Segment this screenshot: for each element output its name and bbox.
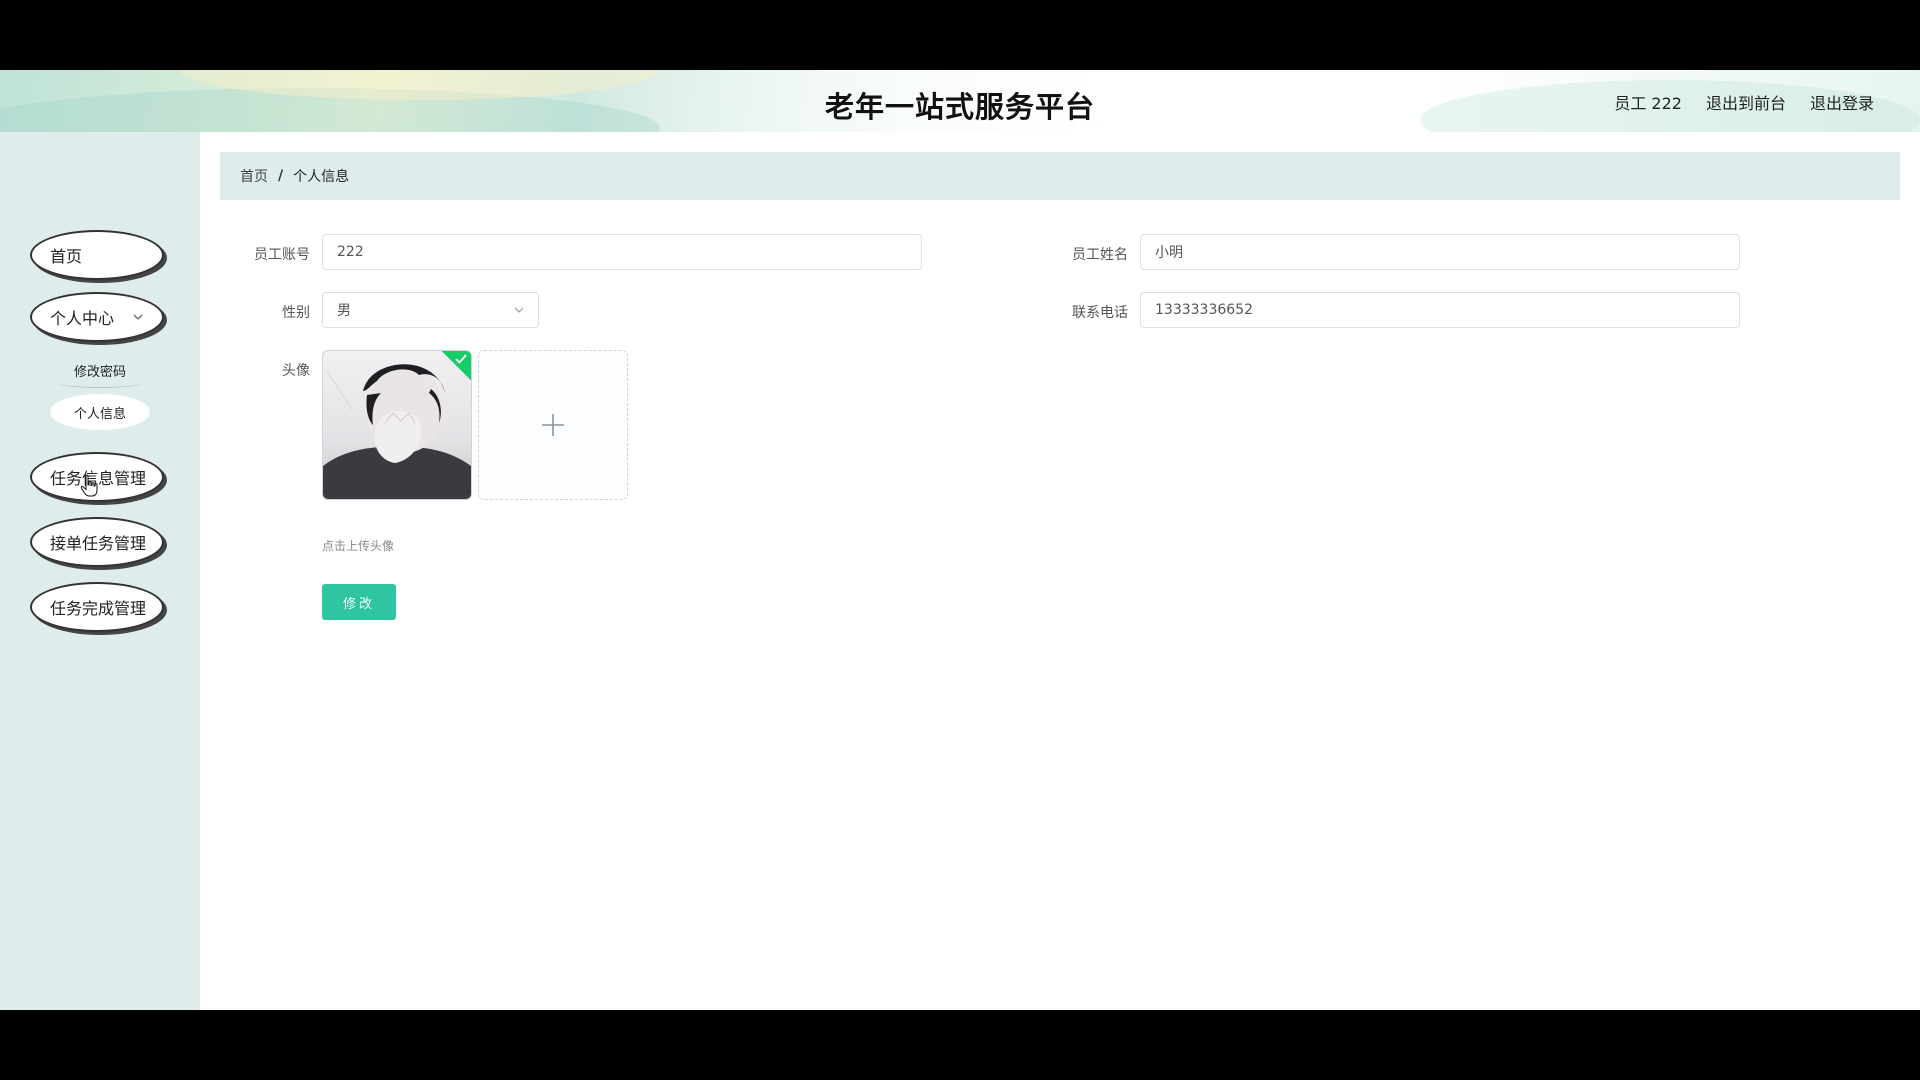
name-label: 员工姓名: [1072, 247, 1128, 263]
sidebar-item-personal-center[interactable]: 个人中心: [30, 292, 164, 342]
logout-link[interactable]: 退出登录: [1810, 90, 1874, 114]
sidebar-item-home[interactable]: 首页: [30, 230, 164, 280]
chevron-down-icon: [133, 314, 143, 320]
sidebar-item-label: 任务完成管理: [50, 599, 147, 618]
checkmark-icon: [455, 354, 467, 364]
top-header: 老年一站式服务平台 员工 222 退出到前台 退出登录: [0, 70, 1920, 132]
avatar-upload-button[interactable]: [478, 350, 628, 500]
sidebar-subitem-change-password[interactable]: 修改密码: [50, 352, 150, 388]
breadcrumb-separator: /: [278, 168, 284, 184]
gender-select[interactable]: 男: [322, 292, 539, 328]
phone-label: 联系电话: [1072, 305, 1128, 321]
sidebar-subitem-personal-info[interactable]: 个人信息: [50, 394, 150, 430]
avatar-image[interactable]: [322, 350, 472, 500]
gender-label: 性别: [282, 305, 310, 321]
chevron-down-icon: [514, 307, 524, 313]
header-user-menu: 员工 222 退出到前台 退出登录: [1614, 90, 1874, 114]
account-field[interactable]: 222: [322, 234, 922, 270]
avatar-label: 头像: [282, 363, 310, 379]
gender-value: 男: [337, 303, 351, 319]
sidebar-item-label: 个人中心: [50, 309, 115, 328]
phone-field[interactable]: 13333336652: [1140, 292, 1740, 328]
avatar-photo: [323, 364, 471, 499]
phone-value: 13333336652: [1155, 302, 1253, 318]
current-user-label[interactable]: 员工 222: [1614, 90, 1682, 114]
breadcrumb-home[interactable]: 首页: [240, 166, 268, 186]
sidebar-item-task-complete[interactable]: 任务完成管理: [30, 582, 164, 632]
sidebar: 首页 个人中心 修改密码 个人信息 任务信息管理 接单任务管理 任务完成管理: [0, 132, 200, 1010]
upload-hint: 点击上传头像: [322, 539, 395, 553]
hand-cursor-icon: [80, 474, 98, 497]
breadcrumb-current: 个人信息: [293, 169, 350, 185]
sidebar-item-label: 接单任务管理: [50, 534, 147, 553]
name-value: 小明: [1155, 245, 1183, 261]
name-field[interactable]: 小明: [1140, 234, 1740, 270]
sidebar-subitem-label: 个人信息: [73, 406, 126, 422]
sidebar-item-label: 首页: [50, 247, 83, 266]
letterbox-top: [0, 0, 1920, 70]
app-window: 老年一站式服务平台 员工 222 退出到前台 退出登录 首页 个人中心 修改密码…: [0, 70, 1920, 1010]
breadcrumb: 首页 / 个人信息: [220, 152, 1900, 200]
account-label: 员工账号: [254, 247, 310, 263]
sidebar-item-accept-task[interactable]: 接单任务管理: [30, 517, 164, 567]
account-value: 222: [337, 244, 364, 260]
main-content: 首页 / 个人信息 员工账号 222 员工姓名 小明 性别 男 联系电话 133…: [200, 132, 1920, 1010]
letterbox-bottom: [0, 1010, 1920, 1080]
plus-icon: [542, 414, 564, 436]
submit-button[interactable]: 修改: [322, 584, 396, 620]
subitem-underline: [56, 377, 144, 388]
exit-to-front-link[interactable]: 退出到前台: [1706, 90, 1786, 114]
